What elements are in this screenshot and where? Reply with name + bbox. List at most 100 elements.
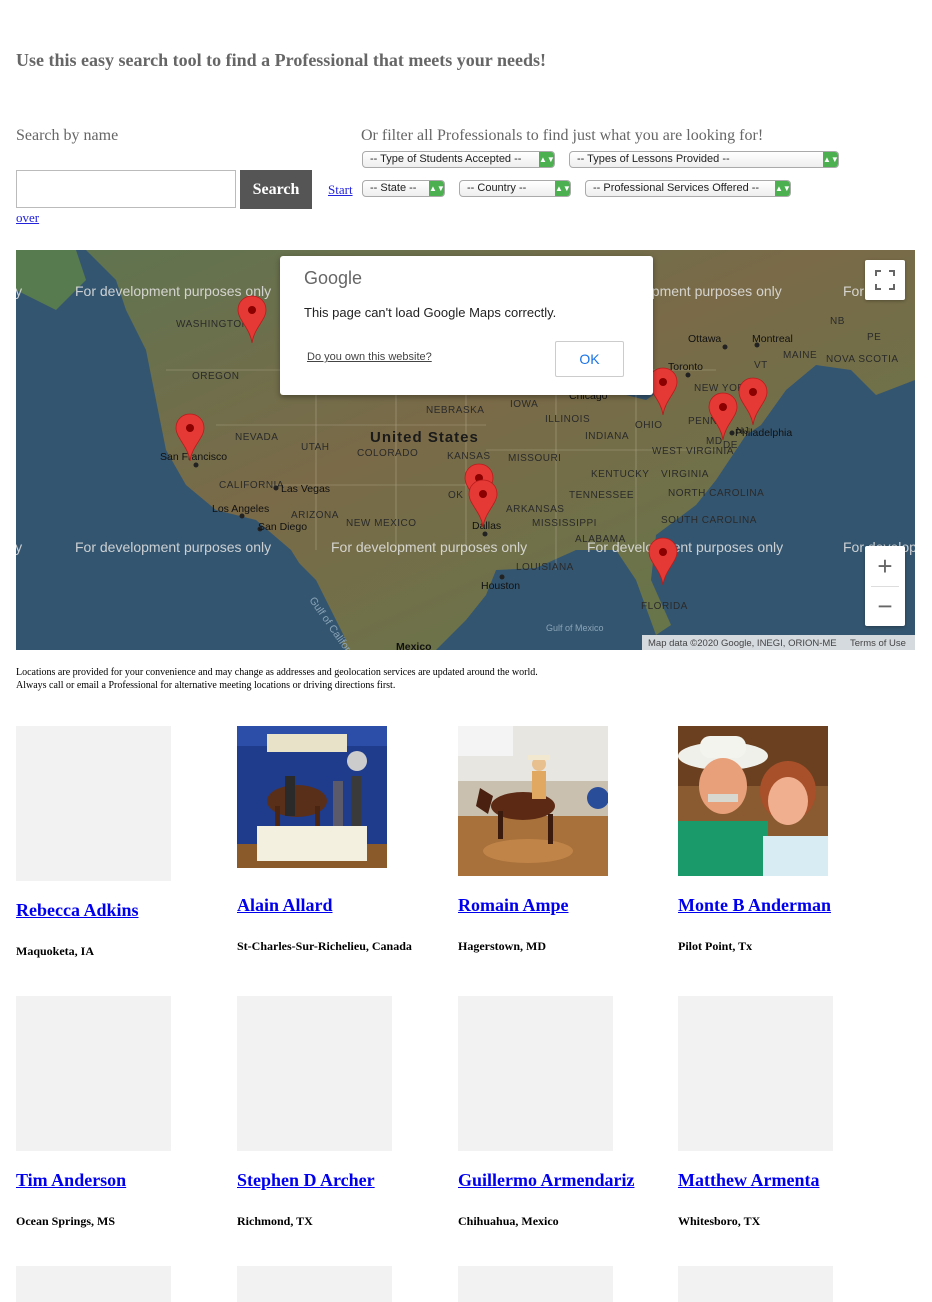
svg-text:PE: PE: [867, 332, 881, 343]
svg-text:NEVADA: NEVADA: [235, 432, 278, 443]
svg-text:MISSISSIPPI: MISSISSIPPI: [532, 518, 597, 529]
profile-photo-placeholder[interactable]: [678, 1266, 833, 1302]
svg-text:MD: MD: [706, 436, 723, 447]
own-website-link[interactable]: Do you own this website?: [307, 351, 432, 363]
services-select-value: -- Professional Services Offered --: [593, 182, 760, 194]
svg-text:COLORADO: COLORADO: [357, 448, 418, 459]
maps-error-dialog: Google This page can't load Google Maps …: [280, 256, 653, 395]
search-button[interactable]: Search: [240, 170, 312, 209]
svg-text:Las Vegas: Las Vegas: [281, 483, 330, 495]
professional-name-link[interactable]: Matthew Armenta: [678, 1170, 819, 1191]
notice-line: Locations are provided for your convenie…: [16, 667, 538, 678]
state-select[interactable]: -- State -- ▲▼: [362, 180, 445, 197]
svg-text:OHIO: OHIO: [635, 420, 663, 431]
country-select[interactable]: -- Country -- ▲▼: [459, 180, 571, 197]
page-heading: Use this easy search tool to find a Prof…: [16, 50, 546, 70]
svg-text:San Francisco: San Francisco: [160, 451, 227, 463]
svg-text:LOUISIANA: LOUISIANA: [516, 562, 574, 573]
svg-text:ARKANSAS: ARKANSAS: [506, 504, 564, 515]
dialog-message: This page can't load Google Maps correct…: [304, 305, 557, 320]
filter-label: Or filter all Professionals to find just…: [361, 127, 764, 144]
svg-text:Toronto: Toronto: [668, 361, 703, 373]
start-over-link[interactable]: Start: [328, 182, 353, 198]
profile-photo[interactable]: [458, 726, 608, 876]
dialog-ok-button[interactable]: OK: [555, 341, 624, 377]
professional-location: Hagerstown, MD: [458, 939, 546, 953]
profile-photo-placeholder[interactable]: [16, 996, 171, 1151]
svg-text:VIRGINIA: VIRGINIA: [661, 469, 709, 480]
profile-photo-placeholder[interactable]: [16, 726, 171, 881]
start-over-link-continued[interactable]: over: [16, 210, 39, 226]
professional-location: Ocean Springs, MS: [16, 1214, 116, 1228]
zoom-out-button[interactable]: −: [865, 587, 905, 626]
profile-photo-placeholder[interactable]: [458, 996, 613, 1151]
svg-text:NEW MEXICO: NEW MEXICO: [346, 518, 417, 529]
profile-photo-placeholder[interactable]: [458, 1266, 613, 1302]
professional-location: Richmond, TX: [237, 1214, 313, 1228]
svg-text:OREGON: OREGON: [192, 371, 239, 382]
professional-name-link[interactable]: Monte B Anderman: [678, 895, 831, 916]
svg-text:ARIZONA: ARIZONA: [291, 510, 339, 521]
profile-photo-placeholder[interactable]: [237, 996, 392, 1151]
map-watermark: For development purposes only: [75, 283, 271, 299]
profile-photo[interactable]: [678, 726, 828, 876]
svg-text:NORTH CAROLINA: NORTH CAROLINA: [668, 488, 764, 499]
svg-text:UTAH: UTAH: [301, 442, 329, 453]
svg-text:FLORIDA: FLORIDA: [641, 601, 688, 612]
google-logo: Google: [304, 268, 363, 288]
professional-name-link[interactable]: Romain Ampe: [458, 895, 569, 916]
fullscreen-button[interactable]: [865, 260, 905, 300]
state-select-value: -- State --: [370, 182, 417, 194]
professional-location: Chihuahua, Mexico: [458, 1214, 559, 1228]
professional-location: Whitesboro, TX: [678, 1214, 761, 1228]
map-watermark: opment purposes only: [644, 283, 782, 299]
search-input[interactable]: [16, 170, 236, 208]
map-country-label: United States: [370, 429, 479, 446]
svg-text:Houston: Houston: [481, 580, 520, 592]
map-terms-link: Terms of Use: [850, 638, 906, 649]
zoom-in-button[interactable]: +: [865, 546, 905, 586]
students-select-value: -- Type of Students Accepted --: [370, 153, 522, 165]
zoom-control: + −: [865, 546, 905, 626]
svg-text:Ottawa: Ottawa: [688, 333, 721, 345]
svg-text:NOVA SCOTIA: NOVA SCOTIA: [826, 354, 899, 365]
map-watermark: ly: [16, 283, 22, 299]
svg-text:MAINE: MAINE: [783, 350, 817, 361]
select-arrow-icon: ▲▼: [555, 181, 570, 196]
svg-text:KANSAS: KANSAS: [447, 451, 491, 462]
fullscreen-icon: [875, 270, 895, 290]
svg-text:VT: VT: [754, 360, 768, 371]
svg-text:KENTUCKY: KENTUCKY: [591, 469, 649, 480]
svg-text:Mexico: Mexico: [396, 641, 432, 650]
services-select[interactable]: -- Professional Services Offered -- ▲▼: [585, 180, 791, 197]
map-watermark: For development purposes only: [75, 539, 271, 555]
notice-line: Always call or email a Professional for …: [16, 680, 396, 691]
profile-photo-placeholder[interactable]: [237, 1266, 392, 1302]
svg-text:WASHINGTON: WASHINGTON: [176, 319, 249, 330]
profile-photo-placeholder[interactable]: [678, 996, 833, 1151]
professional-name-link[interactable]: Guillermo Armendariz: [458, 1170, 634, 1191]
select-arrow-icon: ▲▼: [539, 152, 554, 167]
svg-text:DE: DE: [723, 440, 738, 451]
professional-location: St-Charles-Sur-Richelieu, Canada: [237, 939, 412, 953]
country-select-value: -- Country --: [467, 182, 527, 194]
professional-name-link[interactable]: Stephen D Archer: [237, 1170, 375, 1191]
lessons-select[interactable]: -- Types of Lessons Provided -- ▲▼: [569, 151, 839, 168]
map-attribution: Map data ©2020 Google, INEGI, ORION-ME: [648, 638, 837, 649]
students-select[interactable]: -- Type of Students Accepted -- ▲▼: [362, 151, 555, 168]
map-watermark: ly: [16, 539, 22, 555]
svg-text:Los Angeles: Los Angeles: [212, 503, 269, 515]
search-label: Search by name: [16, 127, 119, 144]
professional-name-link[interactable]: Tim Anderson: [16, 1170, 126, 1191]
svg-text:WEST VIRGINIA: WEST VIRGINIA: [652, 446, 734, 457]
svg-text:ALABAMA: ALABAMA: [575, 534, 626, 545]
svg-text:Gulf of Mexico: Gulf of Mexico: [546, 623, 604, 633]
professional-name-link[interactable]: Rebecca Adkins: [16, 900, 139, 921]
select-arrow-icon: ▲▼: [775, 181, 790, 196]
profile-photo-placeholder[interactable]: [16, 1266, 171, 1302]
location-notice: Locations are provided for your convenie…: [16, 666, 538, 692]
profile-photo[interactable]: [237, 726, 387, 868]
svg-text:TENNESSEE: TENNESSEE: [569, 490, 634, 501]
professional-name-link[interactable]: Alain Allard: [237, 895, 333, 916]
professional-card: [16, 726, 216, 881]
